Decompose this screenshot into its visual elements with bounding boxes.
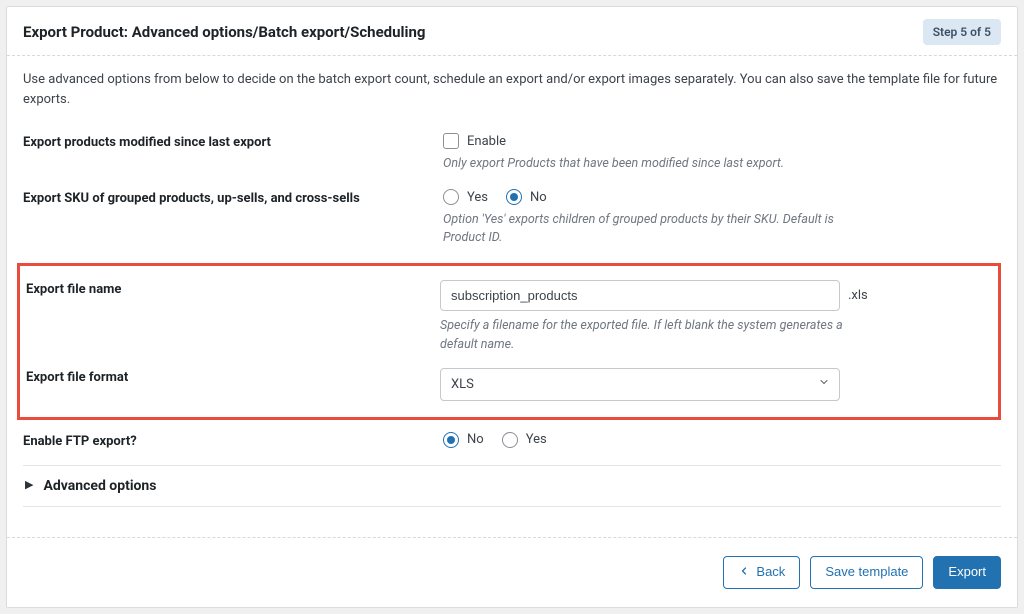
row-file-format: Export file format XLS <box>24 368 980 401</box>
help-file-name: Specify a filename for the exported file… <box>440 317 860 353</box>
intro-text: Use advanced options from below to decid… <box>23 70 1001 109</box>
panel-header: Export Product: Advanced options/Batch e… <box>7 7 1017 56</box>
sku-radio-yes[interactable] <box>443 189 459 205</box>
help-sku-grouped: Option 'Yes' exports children of grouped… <box>443 211 863 247</box>
step-indicator: Step 5 of 5 <box>923 19 1001 45</box>
file-extension: .xls <box>848 288 868 303</box>
page-title: Export Product: Advanced options/Batch e… <box>23 23 425 41</box>
back-button[interactable]: Back <box>723 556 800 589</box>
row-modified-since: Export products modified since last expo… <box>23 133 1001 173</box>
sku-radio-no[interactable] <box>506 189 522 205</box>
ftp-yes-option[interactable]: Yes <box>502 432 547 448</box>
ftp-no-option[interactable]: No <box>443 432 484 448</box>
file-format-value[interactable]: XLS <box>440 368 840 401</box>
caret-right-icon: ▶ <box>25 478 33 491</box>
panel-footer: Back Save template Export <box>7 537 1017 607</box>
advanced-options-toggle[interactable]: ▶ Advanced options <box>23 465 1001 507</box>
label-ftp: Enable FTP export? <box>23 432 443 449</box>
label-file-name: Export file name <box>24 280 440 297</box>
save-template-button[interactable]: Save template <box>810 556 923 589</box>
sku-no-label: No <box>530 190 547 205</box>
row-file-name: Export file name .xls Specify a filename… <box>24 280 980 353</box>
export-button-label: Export <box>948 564 986 581</box>
export-advanced-panel: Export Product: Advanced options/Batch e… <box>6 6 1018 608</box>
sku-no-option[interactable]: No <box>506 189 547 205</box>
file-format-select[interactable]: XLS <box>440 368 840 401</box>
panel-body: Use advanced options from below to decid… <box>7 56 1017 511</box>
ftp-radio-no[interactable] <box>443 432 459 448</box>
advanced-options-label: Advanced options <box>43 478 156 494</box>
enable-modified-checkbox-wrap[interactable]: Enable <box>443 133 1001 149</box>
help-modified-since: Only export Products that have been modi… <box>443 155 863 173</box>
export-button[interactable]: Export <box>933 556 1001 589</box>
enable-modified-checkbox[interactable] <box>443 133 459 149</box>
ftp-no-label: No <box>467 432 484 447</box>
back-button-label: Back <box>756 564 785 581</box>
label-file-format: Export file format <box>24 368 440 385</box>
sku-grouped-radio-group: Yes No <box>443 189 1001 205</box>
ftp-radio-yes[interactable] <box>502 432 518 448</box>
sku-yes-option[interactable]: Yes <box>443 189 488 205</box>
ftp-yes-label: Yes <box>526 432 547 447</box>
enable-modified-label: Enable <box>467 134 506 149</box>
export-file-name-input[interactable] <box>440 280 840 311</box>
row-ftp-export: Enable FTP export? No Yes <box>23 432 1001 449</box>
ftp-radio-group: No Yes <box>443 432 1001 448</box>
label-modified-since: Export products modified since last expo… <box>23 133 443 150</box>
chevron-left-icon <box>738 565 750 579</box>
save-template-label: Save template <box>825 564 908 581</box>
label-sku-grouped: Export SKU of grouped products, up-sells… <box>23 189 443 206</box>
highlighted-file-settings: Export file name .xls Specify a filename… <box>17 263 1001 419</box>
sku-yes-label: Yes <box>467 190 488 205</box>
row-sku-grouped: Export SKU of grouped products, up-sells… <box>23 189 1001 247</box>
